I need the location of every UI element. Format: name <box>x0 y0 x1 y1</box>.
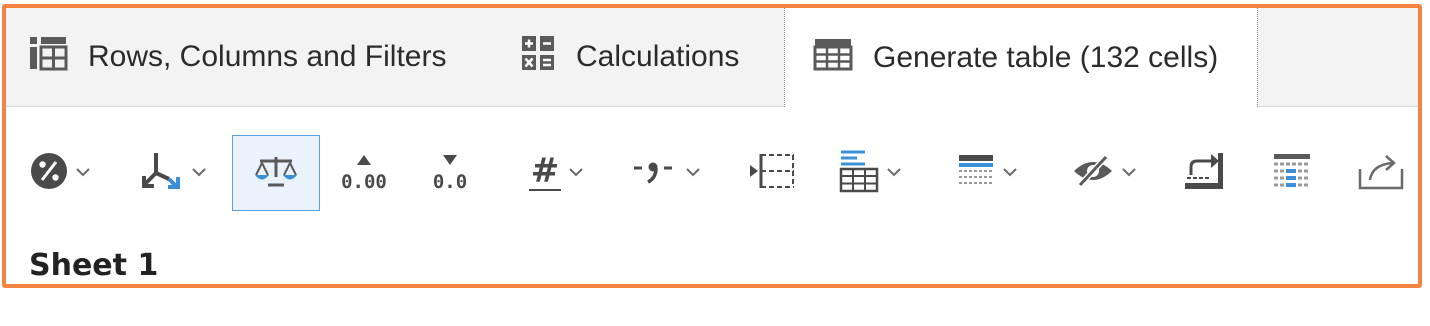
table-style-button[interactable] <box>830 135 910 211</box>
calculator-icon <box>520 34 556 80</box>
chevron-down-icon <box>686 164 700 182</box>
report-panel: Rows, Columns and Filters Calculations G… <box>2 4 1422 288</box>
tab-calculations[interactable]: Calculations <box>520 8 739 106</box>
number-format-glyph: # <box>530 151 560 191</box>
conditional-format-icon <box>1272 152 1312 195</box>
tab-label: Generate table (132 cells) <box>873 40 1219 74</box>
decrease-decimals-label: 0.0 <box>432 171 468 193</box>
hide-icon <box>1072 154 1114 192</box>
swap-rows-columns-button[interactable] <box>1174 135 1234 211</box>
rows-columns-icon <box>28 35 68 79</box>
tab-bar: Rows, Columns and Filters Calculations G… <box>6 8 1418 107</box>
percent-icon <box>30 152 68 195</box>
sheet-title: Sheet 1 <box>29 248 159 283</box>
tab-generate-table[interactable]: Generate table (132 cells) <box>784 8 1258 107</box>
decrease-decimals-icon <box>442 153 458 171</box>
chevron-down-icon <box>192 164 206 182</box>
hide-button[interactable] <box>1064 135 1144 211</box>
insert-column-button[interactable] <box>744 135 800 211</box>
export-button[interactable] <box>1350 135 1412 211</box>
percent-button[interactable] <box>20 135 100 211</box>
decrease-decimals-button[interactable]: 0.0 <box>422 135 478 211</box>
merge-button[interactable] <box>132 135 214 211</box>
tab-label: Calculations <box>576 40 740 73</box>
table-style-icon <box>839 149 879 198</box>
number-format-icon: # <box>529 154 561 192</box>
tab-rows-columns-filters[interactable]: Rows, Columns and Filters <box>28 8 446 106</box>
swap-rows-columns-icon <box>1183 151 1225 196</box>
formatting-toolbar: 0.00 0.0 # <box>6 107 1418 237</box>
thousands-separator-button[interactable] <box>628 135 704 211</box>
chevron-down-icon <box>1003 164 1017 182</box>
merge-arrows-icon <box>140 149 184 198</box>
chevron-down-icon <box>887 164 901 182</box>
number-format-button[interactable]: # <box>516 135 596 211</box>
increase-decimals-button[interactable]: 0.00 <box>334 135 394 211</box>
increase-decimals-label: 0.00 <box>341 171 387 193</box>
chevron-down-icon <box>76 164 90 182</box>
chevron-down-icon <box>569 164 583 182</box>
header-style-button[interactable] <box>946 135 1028 211</box>
balance-button[interactable] <box>232 135 320 211</box>
table-icon <box>813 37 853 79</box>
export-icon <box>1358 151 1404 196</box>
tab-label: Rows, Columns and Filters <box>88 40 447 73</box>
conditional-format-button[interactable] <box>1262 135 1322 211</box>
insert-column-icon <box>748 151 796 196</box>
increase-decimals-icon <box>356 153 372 171</box>
balance-icon <box>254 155 298 192</box>
thousands-separator-icon <box>632 156 678 191</box>
chevron-down-icon <box>1122 164 1136 182</box>
header-style-icon <box>957 153 995 194</box>
